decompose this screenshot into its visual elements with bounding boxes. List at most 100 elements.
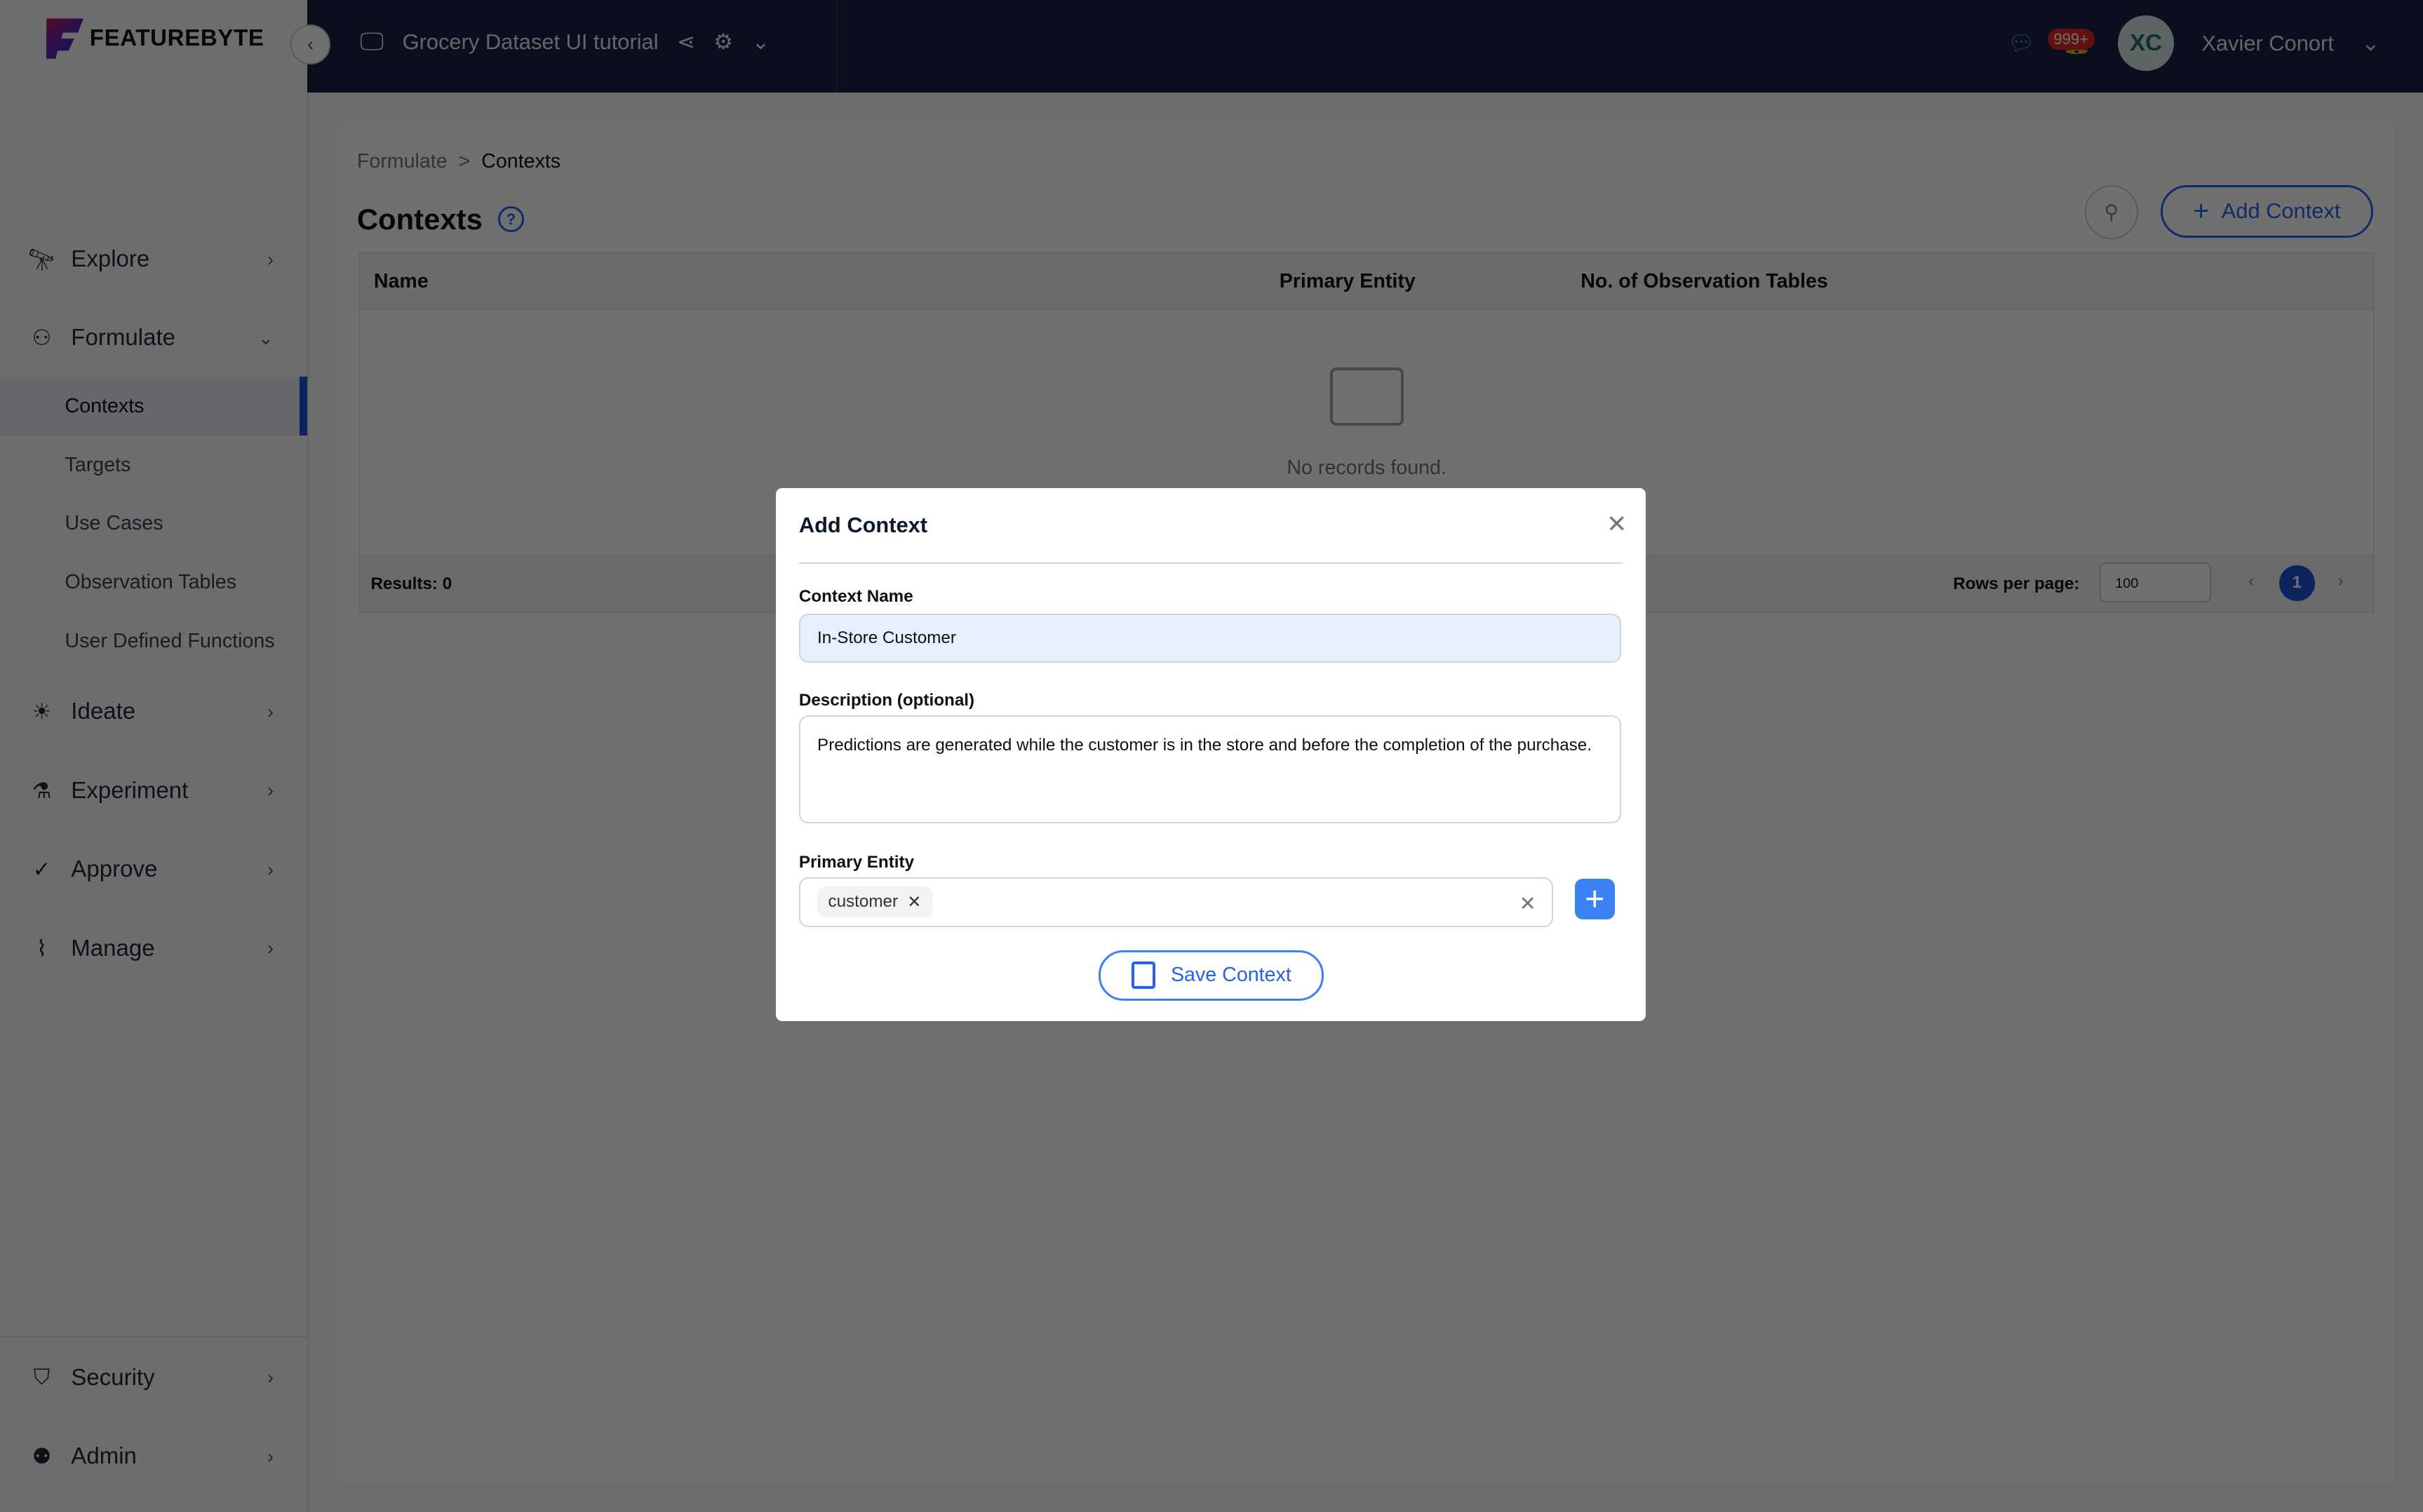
remove-chip-icon[interactable]: ✕: [907, 892, 921, 912]
empty-text: No records found.: [1287, 457, 1447, 479]
add-entity-button[interactable]: +: [1575, 879, 1615, 919]
share-icon[interactable]: ⋖: [677, 29, 695, 55]
rows-per-page-value: 100: [2115, 576, 2138, 591]
lightbulb-icon: ☀︎: [28, 699, 56, 724]
save-icon: [1132, 961, 1155, 989]
sidebar-item-label: Ideate: [71, 698, 135, 725]
app-root: FEATUREBYTE 🔭︎Explore› ⚇Formulate⌄ Conte…: [0, 0, 2423, 1512]
search-button[interactable]: ⚲: [2085, 185, 2139, 239]
sidebar-item-approve[interactable]: ✓ Approve ›: [0, 853, 307, 886]
sidebar-item-manage[interactable]: ⌇ Manage ›: [0, 931, 307, 965]
empty-state: No records found.: [360, 367, 2373, 480]
activity-icon: ⌇: [28, 936, 56, 961]
context-name-label: Context Name: [799, 587, 913, 607]
chevron-right-icon: ›: [267, 859, 274, 881]
divider: [799, 562, 1623, 564]
top-bar: 🖵︎ Grocery Dataset UI tutorial ⋖ ⚙︎ ⌄ 💬︎…: [307, 0, 2423, 93]
user-gear-icon: ⚉: [28, 1444, 56, 1469]
search-icon: ⚲: [2104, 200, 2119, 224]
rows-per-page-label: Rows per page:: [1953, 574, 2079, 594]
sidebar-item-formulate[interactable]: ⚇Formulate⌄: [0, 321, 307, 355]
sidebar-divider: [0, 1336, 307, 1337]
sidebar-item-explore[interactable]: 🔭︎ Explore ›: [0, 243, 307, 276]
sidebar-subitem-contexts[interactable]: Contexts: [0, 377, 307, 436]
description-textarea[interactable]: Predictions are generated while the cust…: [799, 715, 1621, 823]
chevron-right-icon: ›: [267, 701, 274, 723]
sidebar-subitem-observation-tables[interactable]: Observation Tables: [0, 553, 307, 612]
chevron-right-icon: ›: [267, 780, 274, 802]
prev-page-icon[interactable]: ‹: [2248, 572, 2254, 591]
shield-icon: ⛉: [28, 1365, 56, 1391]
sidebar-item-label: Manage: [71, 936, 154, 962]
brand-logo[interactable]: FEATUREBYTE: [46, 18, 264, 58]
entity-chip: customer ✕: [817, 886, 932, 917]
clear-icon[interactable]: ✕: [1519, 891, 1536, 916]
sidebar-item-experiment[interactable]: ⚗︎ Experiment ›: [0, 774, 307, 808]
sidebar-item-label: Experiment: [71, 778, 188, 804]
project-selector[interactable]: 🖵︎ Grocery Dataset UI tutorial ⋖ ⚙︎ ⌄: [360, 28, 770, 57]
sidebar-item-admin[interactable]: ⚉ Admin ›: [0, 1440, 307, 1473]
entity-chip-label: customer: [828, 892, 898, 912]
breadcrumb-formulate[interactable]: Formulate: [357, 150, 448, 173]
plus-icon: +: [2193, 196, 2209, 227]
chat-icon[interactable]: 💬︎: [2008, 30, 2035, 56]
page-1-button[interactable]: 1: [2279, 565, 2315, 601]
sidebar-item-label: Approve: [71, 856, 157, 883]
add-context-button[interactable]: + Add Context: [2161, 185, 2373, 237]
description-label: Description (optional): [799, 691, 974, 710]
save-context-button[interactable]: Save Context: [1099, 950, 1324, 1001]
dialog-title: Add Context: [799, 513, 927, 538]
add-context-dialog: Add Context ✕ Context Name In-Store Cust…: [776, 488, 1646, 1021]
primary-entity-label: Primary Entity: [799, 853, 914, 872]
sidebar: FEATUREBYTE 🔭︎ Explore › ⚇Formulate⌄ Conte…: [0, 0, 309, 1512]
next-page-icon[interactable]: ›: [2338, 572, 2344, 591]
sidebar-item-security[interactable]: ⛉ Security ›: [0, 1361, 307, 1395]
check-icon: ✓: [28, 857, 56, 882]
sidebar-item-label: Security: [71, 1365, 154, 1391]
context-name-input[interactable]: In-Store Customer: [799, 614, 1621, 663]
rows-per-page-select[interactable]: 100: [2100, 562, 2211, 602]
column-header-primary-entity[interactable]: Primary Entity: [1280, 270, 1416, 293]
collapse-sidebar-button[interactable]: ‹: [290, 25, 330, 65]
sidebar-subitem-udfs[interactable]: User Defined Functions: [0, 612, 307, 670]
close-icon[interactable]: ✕: [1606, 510, 1627, 539]
page-title: Contexts: [357, 203, 483, 236]
notification-badge: 999+: [2048, 29, 2095, 50]
breadcrumb-contexts: Contexts: [481, 150, 561, 173]
brain-icon: ⚇: [28, 325, 56, 351]
plus-icon: +: [1585, 879, 1604, 919]
monitor-icon: 🖵︎: [360, 28, 384, 57]
chevron-right-icon: ›: [267, 1367, 274, 1389]
chevron-right-icon: ›: [267, 938, 274, 959]
notifications-button[interactable]: 🔔︎999+: [2063, 30, 2090, 56]
sidebar-item-label: Explore: [71, 246, 149, 273]
breadcrumb: Formulate > Contexts: [357, 150, 561, 173]
avatar[interactable]: XC: [2118, 15, 2173, 71]
breadcrumb-separator: >: [459, 150, 471, 173]
brand-name: FEATUREBYTE: [90, 25, 264, 52]
help-icon[interactable]: ?: [498, 206, 524, 232]
sidebar-item-label: Admin: [71, 1443, 137, 1470]
divider: [836, 0, 838, 93]
featurebyte-logo-icon: [46, 18, 83, 58]
save-context-label: Save Context: [1171, 964, 1291, 987]
results-count: Results: 0: [370, 574, 452, 594]
chevron-down-icon[interactable]: ⌄: [751, 29, 770, 55]
primary-entity-select[interactable]: customer ✕ ✕: [799, 877, 1553, 926]
chevron-right-icon: ›: [267, 1446, 274, 1468]
column-header-name[interactable]: Name: [374, 270, 429, 293]
user-name[interactable]: Xavier Conort: [2201, 31, 2333, 56]
add-context-label: Add Context: [2222, 198, 2341, 224]
flask-icon: ⚗︎: [28, 778, 56, 804]
sidebar-item-ideate[interactable]: ☀︎ Ideate ›: [0, 695, 307, 729]
folder-icon: [1330, 367, 1404, 426]
telescope-icon: 🔭︎: [28, 247, 56, 273]
sidebar-subitem-targets[interactable]: Targets: [0, 436, 307, 494]
column-header-observation-tables[interactable]: No. of Observation Tables: [1580, 270, 1828, 293]
gear-icon[interactable]: ⚙︎: [713, 29, 733, 55]
chevron-right-icon: ›: [267, 249, 274, 271]
chevron-down-icon: ⌄: [258, 328, 274, 349]
chevron-down-icon[interactable]: ⌄: [2361, 31, 2380, 56]
sidebar-subitem-use-cases[interactable]: Use Cases: [0, 494, 307, 553]
table-header: Name Primary Entity No. of Observation T…: [360, 253, 2373, 310]
